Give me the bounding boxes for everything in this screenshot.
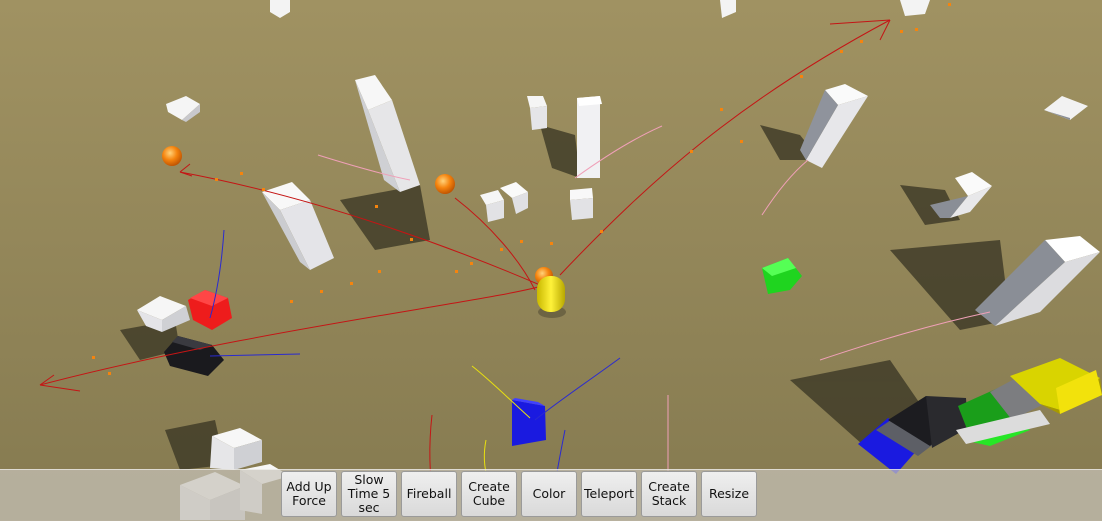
- slow-time-button[interactable]: Slow Time 5 sec: [341, 471, 397, 517]
- add-up-force-button[interactable]: Add Up Force: [281, 471, 337, 517]
- fireball: [162, 146, 182, 166]
- resize-button[interactable]: Resize: [701, 471, 757, 517]
- button-bar: Add Up Force Slow Time 5 sec Fireball Cr…: [281, 471, 757, 517]
- player-capsule: [537, 276, 566, 318]
- teleport-button[interactable]: Teleport: [581, 471, 637, 517]
- create-cube-button[interactable]: Create Cube: [461, 471, 517, 517]
- blue-cube: [512, 400, 546, 446]
- game-scene[interactable]: [0, 0, 1102, 520]
- color-button[interactable]: Color: [521, 471, 577, 517]
- fireball-button[interactable]: Fireball: [401, 471, 457, 517]
- fireball: [435, 174, 455, 194]
- create-stack-button[interactable]: Create Stack: [641, 471, 697, 517]
